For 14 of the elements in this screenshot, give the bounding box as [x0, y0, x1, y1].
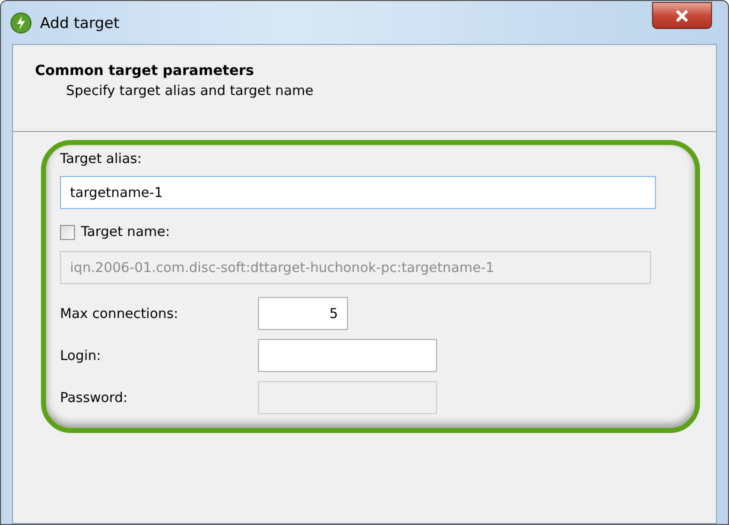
field-label: Max connections: — [60, 306, 180, 322]
text-field[interactable]: 5 — [258, 297, 348, 330]
app-icon — [10, 12, 32, 34]
close-button[interactable] — [652, 2, 712, 29]
field-label: Login: — [60, 348, 102, 364]
window-title: Add target — [40, 14, 120, 32]
checkbox-label: Target name: — [81, 224, 170, 240]
section-title: Common target parameters — [35, 63, 255, 79]
field-label: Password: — [60, 390, 129, 406]
text-field[interactable]: targetname-1 — [60, 176, 656, 209]
field-label: Target alias: — [60, 151, 143, 167]
close-icon[interactable] — [675, 10, 689, 22]
section-subtitle: Specify target alias and target name — [65, 83, 314, 99]
text-field[interactable] — [258, 339, 437, 372]
